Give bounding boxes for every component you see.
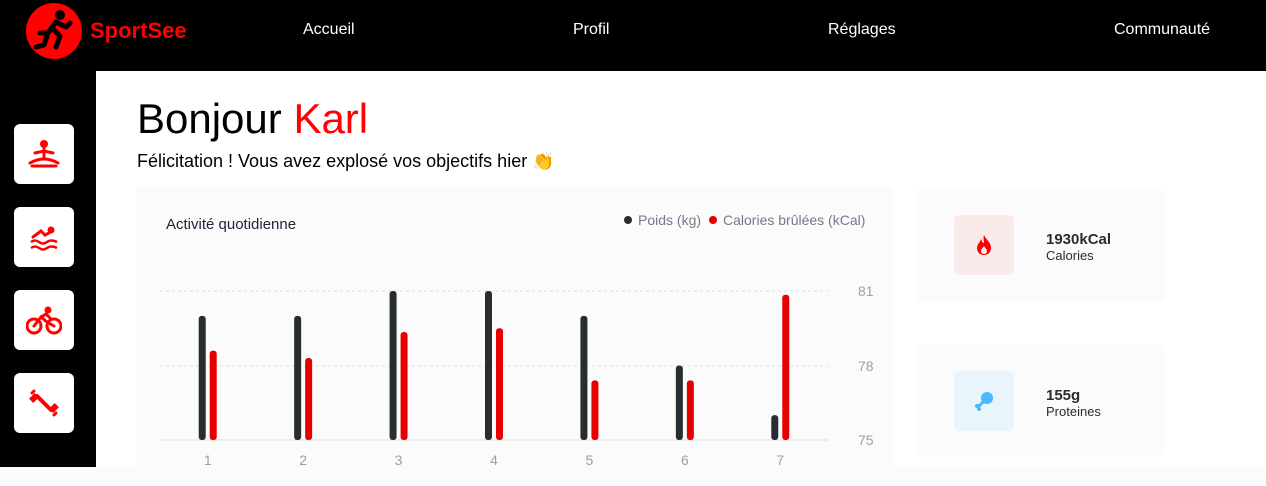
bar-calories (305, 358, 313, 440)
nav-communaute[interactable]: Communauté (1114, 21, 1210, 39)
nav-accueil[interactable]: Accueil (303, 21, 355, 39)
flame-icon (977, 235, 991, 255)
x-tick-label: 7 (776, 452, 784, 468)
sidebar-cycling-button[interactable] (14, 290, 74, 350)
kpi-value-calories: 1930kCal (1046, 231, 1112, 248)
x-tick-label: 1 (204, 452, 212, 468)
y-tick-label: 81 (858, 283, 874, 299)
bar-weight (294, 315, 302, 440)
bar-calories (591, 380, 599, 440)
kpi-card-calories: 1930kCal Calories (916, 189, 1165, 301)
bar-calories (686, 380, 694, 440)
nav-profil[interactable]: Profil (573, 21, 609, 39)
brand-name: SportSee (90, 18, 187, 43)
bar-calories (496, 328, 503, 440)
kpi-value-proteins: 155g (1046, 387, 1081, 404)
sidebar-dumbbell-button[interactable] (14, 373, 74, 433)
nav-reglages[interactable]: Réglages (828, 21, 896, 39)
x-tick-label: 6 (681, 452, 689, 468)
bar-weight (485, 291, 492, 440)
sidebar-yoga-button[interactable] (14, 124, 74, 184)
x-tick-label: 5 (586, 452, 594, 468)
sidebar-swimming-button[interactable] (14, 207, 74, 267)
kpi-icon-box-proteins (954, 371, 1014, 431)
kpi-icon-box-calories (954, 215, 1014, 275)
swimming-icon (30, 226, 58, 251)
greeting-hello: Bonjour (137, 95, 282, 142)
bar-calories (782, 294, 790, 440)
dumbbell-icon (29, 389, 59, 417)
brand-logo[interactable]: SportSee (26, 3, 187, 59)
chicken-icon (975, 392, 993, 411)
daily-activity-chart: Activité quotidienne Poids (kg) Calories… (136, 186, 893, 486)
kpi-label-calories: Calories (1046, 248, 1094, 263)
cycling-icon (26, 306, 62, 335)
main-content: Bonjour Karl Félicitation ! Vous avez ex… (96, 71, 1266, 486)
kpi-label-proteins: Proteines (1046, 404, 1101, 419)
x-tick-label: 2 (299, 452, 307, 468)
bar-weight (389, 291, 397, 440)
y-tick-label: 75 (858, 432, 874, 448)
bar-weight (580, 315, 588, 440)
chart-plot: 81 78 75 1 2 3 4 5 6 7 (160, 283, 874, 468)
bar-weight (675, 365, 683, 440)
bar-weight (771, 415, 779, 440)
sidebar (0, 71, 96, 467)
page-title: Bonjour Karl (137, 95, 368, 143)
greeting-message: Félicitation ! Vous avez explosé vos obj… (137, 151, 555, 171)
x-tick-label: 4 (490, 452, 498, 468)
bar-calories (400, 331, 408, 440)
yoga-icon (28, 140, 60, 168)
y-tick-label: 78 (858, 358, 874, 374)
bar-weight (198, 315, 206, 440)
kpi-card-proteins: 155g Proteines (916, 345, 1165, 457)
bar-calories (209, 350, 217, 440)
runner-logo-icon (26, 3, 82, 59)
greeting-username: Karl (293, 95, 369, 142)
top-navbar: SportSee Accueil Profil Réglages Communa… (0, 0, 1266, 71)
x-tick-label: 3 (395, 452, 403, 468)
